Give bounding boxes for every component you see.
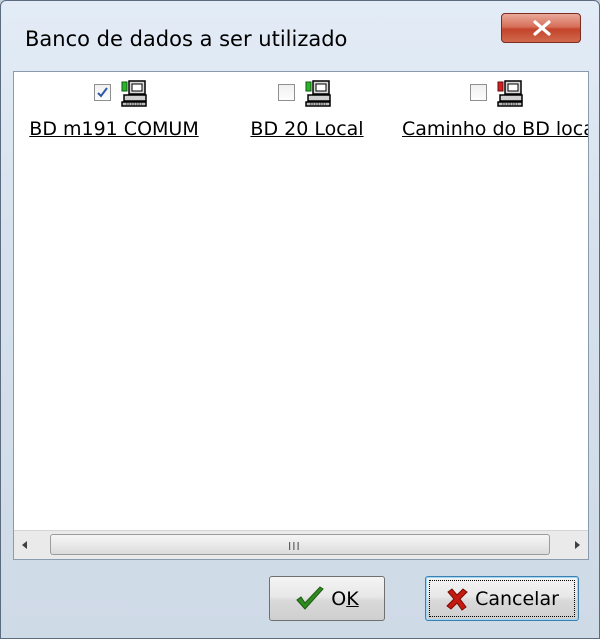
checkbox-bd-m191-comum[interactable] [94, 84, 111, 101]
x-icon [446, 587, 468, 611]
cancel-button[interactable]: Cancelar [425, 576, 579, 621]
arrow-right-icon [575, 541, 580, 549]
scroll-right-button[interactable] [566, 531, 588, 559]
checkmark-icon [296, 585, 325, 610]
cancel-label: Cancelar [475, 587, 559, 610]
checkbox-bd-20-local[interactable] [278, 84, 295, 101]
computer-green-icon [121, 80, 147, 107]
scroll-left-button[interactable] [14, 531, 36, 559]
checkmark-icon [97, 87, 108, 98]
close-icon [533, 20, 551, 36]
computer-red-icon [497, 80, 523, 107]
database-column[interactable]: BD 20 Local [242, 78, 372, 148]
ok-button[interactable]: OK [269, 576, 385, 621]
arrow-left-icon [22, 541, 27, 549]
ok-label: OK [331, 587, 359, 610]
checkbox-caminho-do-bd-local[interactable] [470, 84, 487, 101]
database-column[interactable]: BD m191 COMUM [16, 78, 212, 148]
scroll-thumb-grip: III [288, 540, 301, 553]
close-button[interactable] [501, 13, 581, 43]
window-title: Banco de dados a ser utilizado [25, 27, 348, 51]
computer-green-icon [305, 80, 331, 107]
column-label[interactable]: BD m191 COMUM [16, 118, 212, 140]
column-label[interactable]: Caminho do BD local [400, 118, 588, 140]
dialog-window: Banco de dados a ser utilizado BD m191 C… [0, 0, 600, 639]
database-column[interactable]: Caminho do BD local [400, 78, 588, 148]
scroll-thumb[interactable]: III [50, 534, 550, 555]
database-list-panel: BD m191 COMUM BD 20 Local Caminho do BD … [13, 71, 589, 560]
horizontal-scrollbar[interactable]: III [14, 530, 588, 559]
column-label[interactable]: BD 20 Local [242, 118, 372, 140]
